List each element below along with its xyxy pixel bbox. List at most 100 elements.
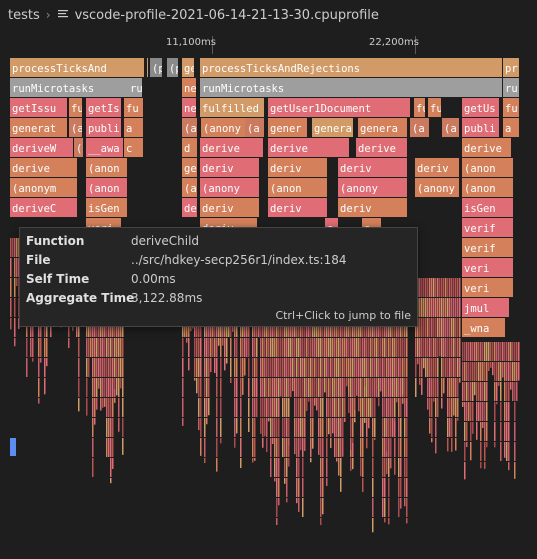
flame-frame[interactable] bbox=[482, 382, 484, 401]
flame-frame[interactable] bbox=[439, 298, 441, 317]
flame-frame[interactable] bbox=[276, 378, 278, 397]
flame-frame[interactable] bbox=[304, 418, 306, 437]
flame-frame[interactable] bbox=[254, 418, 256, 437]
flame-frame[interactable] bbox=[392, 398, 394, 417]
flame-frame[interactable] bbox=[276, 458, 278, 477]
flame-frame[interactable] bbox=[200, 418, 202, 437]
flame-frame[interactable] bbox=[431, 318, 433, 337]
flame-frame[interactable] bbox=[404, 498, 406, 507]
flame-frame[interactable] bbox=[496, 362, 498, 381]
flame-frame[interactable] bbox=[102, 358, 104, 377]
flame-frame[interactable] bbox=[476, 422, 478, 440]
flame-frame[interactable] bbox=[500, 442, 502, 461]
flame-frame[interactable] bbox=[435, 318, 437, 337]
flame-frame[interactable] bbox=[392, 358, 394, 377]
flame-frame[interactable] bbox=[388, 518, 390, 525]
flame-frame[interactable] bbox=[294, 438, 296, 455]
flame-frame[interactable] bbox=[366, 378, 368, 397]
flame-frame[interactable] bbox=[112, 398, 114, 417]
flame-frame[interactable] bbox=[328, 358, 330, 377]
flame-frame[interactable] bbox=[286, 458, 288, 477]
flame-frame[interactable] bbox=[332, 338, 334, 357]
flame-frame[interactable] bbox=[435, 358, 437, 377]
flame-frame[interactable] bbox=[314, 338, 316, 357]
flame-frame[interactable] bbox=[354, 398, 356, 410]
flame-frame[interactable] bbox=[447, 278, 449, 297]
flame-frame[interactable] bbox=[284, 338, 286, 357]
flame-frame[interactable] bbox=[447, 418, 449, 437]
flame-frame[interactable] bbox=[468, 382, 470, 401]
flame-frame[interactable] bbox=[122, 338, 124, 357]
flame-frame[interactable] bbox=[280, 378, 282, 397]
flame-frame[interactable] bbox=[38, 358, 40, 377]
flame-frame[interactable] bbox=[266, 418, 268, 437]
flame-frame[interactable] bbox=[322, 378, 324, 397]
flame-frame[interactable] bbox=[406, 338, 408, 357]
flame-frame[interactable] bbox=[278, 438, 280, 457]
flame-frame[interactable] bbox=[394, 418, 396, 422]
flame-frame[interactable] bbox=[508, 342, 510, 361]
flame-frame[interactable] bbox=[386, 458, 388, 475]
flame-frame[interactable] bbox=[194, 378, 196, 381]
flame-frame[interactable] bbox=[488, 342, 490, 361]
flame-frame[interactable] bbox=[108, 358, 110, 377]
flame-frame[interactable] bbox=[276, 438, 278, 457]
flame-frame[interactable] bbox=[318, 378, 320, 397]
flame-frame[interactable] bbox=[44, 378, 46, 395]
flame-frame[interactable] bbox=[112, 358, 114, 377]
flame-frame[interactable] bbox=[236, 418, 238, 434]
flame-frame[interactable] bbox=[94, 418, 96, 425]
flame-frame[interactable] bbox=[224, 338, 226, 357]
flame-frame[interactable] bbox=[220, 358, 222, 377]
flame-frame[interactable] bbox=[302, 498, 304, 517]
flame-frame[interactable] bbox=[260, 378, 262, 397]
flame-frame[interactable] bbox=[362, 338, 364, 357]
flame-frame[interactable] bbox=[466, 342, 468, 361]
flame-frame[interactable] bbox=[441, 278, 443, 297]
flame-frame[interactable] bbox=[310, 418, 312, 437]
flame-frame[interactable] bbox=[512, 382, 514, 401]
flame-frame[interactable] bbox=[194, 358, 196, 377]
flame-frame[interactable] bbox=[435, 438, 437, 454]
flame-frame[interactable] bbox=[308, 378, 310, 397]
flame-frame[interactable] bbox=[332, 378, 334, 397]
flame-frame[interactable] bbox=[352, 438, 354, 443]
flame-frame[interactable] bbox=[312, 398, 314, 416]
flame-frame[interactable] bbox=[278, 378, 280, 397]
flame-frame[interactable] bbox=[386, 438, 388, 452]
flame-frame[interactable] bbox=[398, 438, 400, 457]
flame-frame[interactable] bbox=[468, 402, 470, 421]
flame-frame[interactable] bbox=[478, 382, 480, 401]
flame-frame[interactable] bbox=[244, 338, 246, 357]
flame-frame[interactable] bbox=[437, 378, 439, 397]
flame-frame[interactable] bbox=[78, 378, 80, 397]
flame-frame[interactable] bbox=[368, 398, 370, 417]
flame-frame[interactable] bbox=[182, 378, 184, 397]
flame-frame[interactable] bbox=[288, 438, 290, 446]
flame-frame[interactable] bbox=[484, 442, 486, 461]
flame-frame[interactable] bbox=[441, 378, 443, 397]
flame-frame[interactable] bbox=[431, 278, 433, 297]
flame-frame[interactable] bbox=[437, 298, 439, 317]
flame-frame[interactable] bbox=[294, 378, 296, 397]
flame-frame[interactable] bbox=[423, 358, 425, 369]
flame-frame[interactable] bbox=[182, 338, 184, 357]
flame-frame[interactable] bbox=[374, 418, 376, 437]
flame-frame[interactable] bbox=[404, 358, 406, 377]
flame-frame[interactable] bbox=[266, 378, 268, 397]
flame-frame[interactable] bbox=[396, 398, 398, 403]
flame-frame[interactable] bbox=[354, 418, 356, 423]
flame-frame[interactable] bbox=[334, 398, 336, 417]
flame-frame[interactable] bbox=[208, 358, 210, 377]
flame-frame[interactable] bbox=[340, 418, 342, 437]
flame-frame[interactable] bbox=[394, 338, 396, 357]
flame-frame[interactable] bbox=[455, 298, 457, 317]
flame-frame[interactable] bbox=[208, 378, 210, 397]
flame-frame[interactable] bbox=[330, 418, 332, 437]
flame-frame[interactable] bbox=[404, 438, 406, 457]
flame-frame[interactable] bbox=[204, 358, 206, 377]
flame-frame[interactable] bbox=[340, 438, 342, 457]
flame-frame[interactable] bbox=[14, 338, 16, 347]
flame-frame[interactable] bbox=[92, 438, 94, 457]
flame-frame[interactable] bbox=[482, 422, 484, 428]
